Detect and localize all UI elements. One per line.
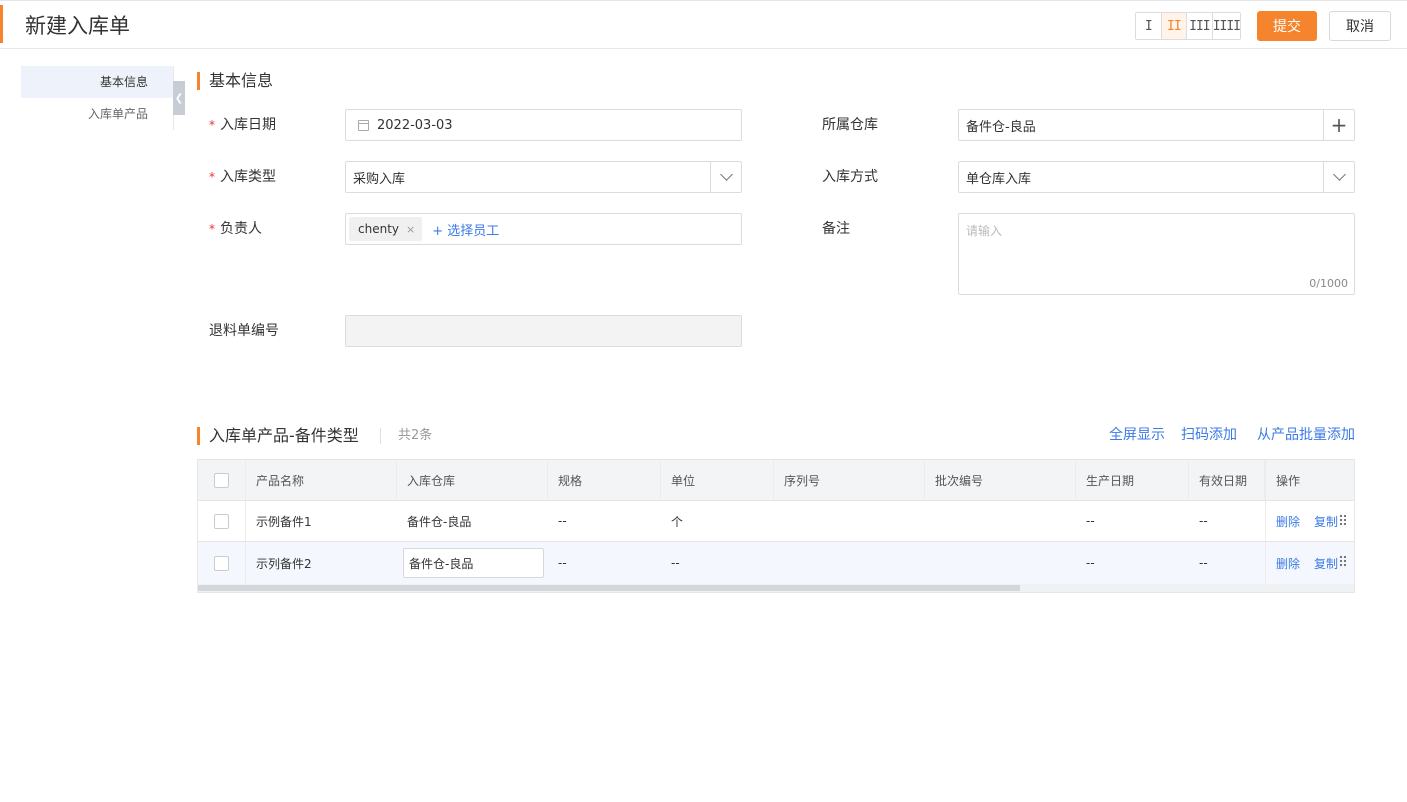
inbound-type-dropdown-toggle[interactable] [710,162,741,192]
owner-label: * 负责人 [209,221,262,237]
column-header: 产品名称 [246,460,397,500]
remove-tag-icon[interactable]: × [406,223,415,236]
table-header-row: 产品名称 入库仓库 规格 单位 序列号 批次编号 生产日期 有效日期 操作 [198,460,1354,501]
table-row: 示列备件2 备件仓-良品 -- -- -- -- 删除 复制 [198,542,1354,584]
scrollbar-thumb[interactable] [198,585,1020,591]
product-name-cell: 示列备件2 [256,556,312,571]
copy-row-link[interactable]: 复制 [1314,555,1338,572]
section-nav-products[interactable]: 入库单产品 [21,98,173,130]
title-accent-bar [0,5,3,43]
remark-char-counter: 0/1000 [1309,277,1348,290]
warehouse-cell[interactable]: 备件仓-良品 [397,501,548,541]
products-table: 产品名称 入库仓库 规格 单位 序列号 批次编号 生产日期 有效日期 操作 示例… [197,459,1355,593]
table-row: 示例备件1 备件仓-良品 -- 个 -- -- 删除 复制 [198,501,1354,542]
add-warehouse-button[interactable]: + [1323,110,1354,140]
calendar-icon [358,119,369,131]
product-name-cell: 示例备件1 [256,514,312,529]
owner-tag: chenty × [349,217,423,241]
remark-textarea[interactable]: 请输入 0/1000 [958,213,1355,295]
column-header: 入库仓库 [397,460,548,500]
inbound-method-value: 单仓库入库 [966,171,1032,187]
serial-cell[interactable] [774,542,925,584]
delete-row-link[interactable]: 删除 [1276,513,1300,530]
layout-2-column-button[interactable]: II [1161,13,1188,39]
inbound-type-label: * 入库类型 [209,169,276,185]
column-layout-switch: I II III IIII [1135,12,1241,40]
return-no-label: 退料单编号 [209,323,279,339]
chevron-down-icon [719,168,733,181]
row-checkbox[interactable] [214,555,229,571]
exp-date-cell: -- [1199,514,1208,528]
serial-cell[interactable] [774,501,925,541]
required-marker: * [209,170,215,184]
page-header: 新建入库单 I II III IIII 提交 取消 [0,0,1407,49]
mfg-date-cell: -- [1086,556,1095,570]
inbound-method-label: 入库方式 [822,169,878,185]
select-employee-link[interactable]: + 选择员工 [432,220,499,239]
delete-row-link[interactable]: 删除 [1276,555,1300,572]
collapse-nav-handle[interactable]: ❮ [173,81,185,115]
chevron-left-icon: ❮ [174,92,184,104]
spec-cell: -- [558,514,567,528]
column-header: 批次编号 [925,460,1076,500]
fullscreen-button[interactable]: 全屏显示 [1109,426,1165,444]
drag-handle-icon[interactable] [1339,514,1346,527]
inbound-method-select[interactable]: 单仓库入库 [958,161,1355,193]
select-all-checkbox[interactable] [214,472,229,488]
submit-button[interactable]: 提交 [1257,11,1317,41]
inbound-date-picker[interactable]: 2022-03-03 [345,109,742,141]
remark-label: 备注 [822,221,850,237]
batch-cell[interactable] [925,501,1076,541]
warehouse-cell-input[interactable]: 备件仓-良品 [403,548,544,578]
column-header: 有效日期 [1189,460,1265,500]
inbound-type-value: 采购入库 [353,171,406,187]
page-title: 新建入库单 [25,14,130,38]
warehouse-cell: 备件仓-良品 [397,542,548,584]
inbound-date-value: 2022-03-03 [377,117,453,133]
warehouse-field[interactable]: 备件仓-良品 + [958,109,1355,141]
layout-1-column-button[interactable]: I [1136,13,1162,39]
scan-add-button[interactable]: 扫码添加 [1181,426,1237,444]
column-header: 生产日期 [1076,460,1189,500]
batch-add-from-products-button[interactable]: 从产品批量添加 [1257,426,1355,444]
required-marker: * [209,118,215,132]
horizontal-scrollbar[interactable] [198,584,1354,592]
column-header: 规格 [548,460,661,500]
owner-field[interactable]: chenty × + 选择员工 [345,213,742,245]
inbound-method-dropdown-toggle[interactable] [1323,162,1354,192]
inbound-date-label: * 入库日期 [209,117,276,133]
return-no-field [345,315,742,347]
unit-cell: -- [671,556,680,570]
copy-row-link[interactable]: 复制 [1314,513,1338,530]
layout-4-column-button[interactable]: IIII [1213,13,1241,39]
column-header: 序列号 [774,460,925,500]
chevron-down-icon [1332,168,1346,181]
unit-cell: 个 [671,514,684,529]
row-checkbox[interactable] [214,513,229,529]
batch-cell[interactable] [925,542,1076,584]
required-marker: * [209,222,215,236]
inbound-type-select[interactable]: 采购入库 [345,161,742,193]
select-all-cell [198,460,246,500]
exp-date-cell: -- [1199,556,1208,570]
warehouse-value: 备件仓-良品 [966,119,1036,135]
spec-cell: -- [558,556,567,570]
basic-info-section-title: 基本信息 [197,71,273,91]
products-count: 共2条 [380,428,432,444]
products-section-title: 入库单产品-备件类型 [197,426,359,446]
operations-cell: 删除 复制 [1265,501,1354,541]
warehouse-label: 所属仓库 [822,117,878,133]
mfg-date-cell: -- [1086,514,1095,528]
drag-handle-icon[interactable] [1339,555,1346,568]
operations-cell: 删除 复制 [1265,542,1354,584]
remark-placeholder: 请输入 [966,224,1003,238]
cancel-button[interactable]: 取消 [1329,11,1391,41]
section-nav: 基本信息 入库单产品 [21,66,174,130]
plus-icon: + [1330,113,1348,137]
section-nav-basic-info[interactable]: 基本信息 [21,66,173,98]
column-header: 单位 [661,460,774,500]
layout-3-column-button[interactable]: III [1187,13,1213,39]
column-header: 操作 [1265,460,1354,500]
